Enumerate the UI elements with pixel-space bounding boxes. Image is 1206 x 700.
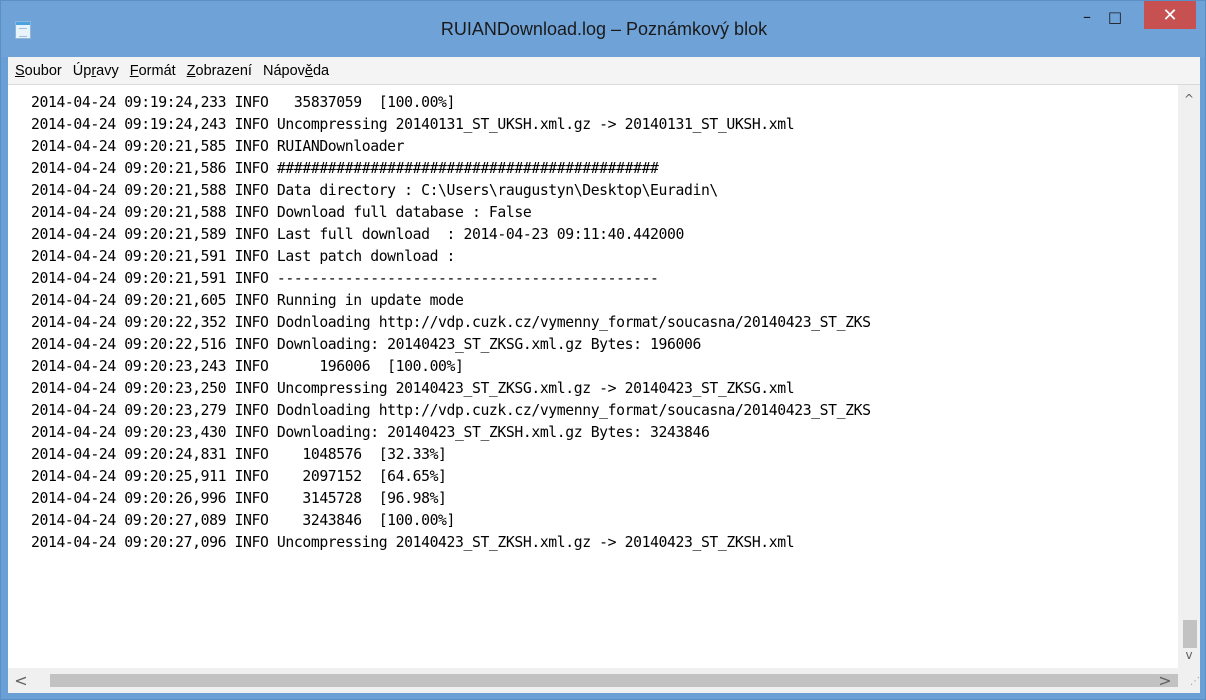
menu-bar: Soubor Úpravy Formát Zobrazení Nápověda bbox=[8, 57, 1200, 85]
log-line: 2014-04-24 09:20:23,243 INFO 196006 [100… bbox=[31, 358, 464, 375]
vertical-scrollbar[interactable]: ^ v bbox=[1178, 85, 1200, 668]
scroll-down-icon[interactable]: v bbox=[1178, 644, 1200, 666]
log-line: 2014-04-24 09:20:23,250 INFO Uncompressi… bbox=[31, 380, 795, 397]
log-line: 2014-04-24 09:20:27,089 INFO 3243846 [10… bbox=[31, 512, 456, 529]
log-line: 2014-04-24 09:20:25,911 INFO 2097152 [64… bbox=[31, 468, 447, 485]
title-bar[interactable]: RUIANDownload.log – Poznámkový blok – □ … bbox=[1, 1, 1205, 57]
log-line: 2014-04-24 09:19:24,233 INFO 35837059 [1… bbox=[31, 94, 456, 111]
log-line: 2014-04-24 09:19:24,243 INFO Uncompressi… bbox=[31, 116, 795, 133]
minimize-button[interactable]: – bbox=[1074, 1, 1100, 32]
log-line: 2014-04-24 09:20:21,585 INFO RUIANDownlo… bbox=[31, 138, 405, 155]
log-line: 2014-04-24 09:20:21,605 INFO Running in … bbox=[31, 292, 464, 309]
resize-grip-icon[interactable]: ⋰ bbox=[1178, 668, 1200, 693]
close-button[interactable]: ✕ bbox=[1144, 1, 1196, 29]
notepad-window: RUIANDownload.log – Poznámkový blok – □ … bbox=[0, 0, 1206, 700]
log-line: 2014-04-24 09:20:21,586 INFO ###########… bbox=[31, 160, 659, 177]
scroll-right-icon[interactable]: > bbox=[1154, 668, 1176, 693]
log-line: 2014-04-24 09:20:27,096 INFO Uncompressi… bbox=[31, 534, 795, 551]
log-line: 2014-04-24 09:20:26,996 INFO 3145728 [96… bbox=[31, 490, 447, 507]
text-content[interactable]: 2014-04-24 09:19:24,233 INFO 35837059 [1… bbox=[8, 85, 1178, 668]
log-line: 2014-04-24 09:20:21,588 INFO Download fu… bbox=[31, 204, 532, 221]
menu-napoveda[interactable]: Nápověda bbox=[263, 63, 329, 79]
log-line: 2014-04-24 09:20:23,279 INFO Dodnloading… bbox=[31, 402, 871, 419]
log-line: 2014-04-24 09:20:21,588 INFO Data direct… bbox=[31, 182, 718, 199]
log-line: 2014-04-24 09:20:22,516 INFO Downloading… bbox=[31, 336, 701, 353]
log-line: 2014-04-24 09:20:21,591 INFO Last patch … bbox=[31, 248, 456, 265]
log-line: 2014-04-24 09:20:24,831 INFO 1048576 [32… bbox=[31, 446, 447, 463]
menu-upravy[interactable]: Úpravy bbox=[73, 63, 119, 79]
editor-area[interactable]: 2014-04-24 09:19:24,233 INFO 35837059 [1… bbox=[8, 85, 1200, 668]
window-title: RUIANDownload.log – Poznámkový blok bbox=[440, 19, 768, 39]
menu-soubor[interactable]: Soubor bbox=[15, 63, 62, 79]
maximize-button[interactable]: □ bbox=[1100, 1, 1130, 32]
log-line: 2014-04-24 09:20:23,430 INFO Downloading… bbox=[31, 424, 710, 441]
menu-format[interactable]: Formát bbox=[130, 63, 176, 79]
log-line: 2014-04-24 09:20:21,589 INFO Last full d… bbox=[31, 226, 684, 243]
log-line: 2014-04-24 09:20:22,352 INFO Dodnloading… bbox=[31, 314, 871, 331]
scroll-left-icon[interactable]: < bbox=[10, 668, 32, 693]
menu-zobrazeni[interactable]: Zobrazení bbox=[187, 63, 252, 79]
horizontal-scrollbar[interactable]: < > bbox=[8, 668, 1184, 693]
log-line: 2014-04-24 09:20:21,591 INFO -----------… bbox=[31, 270, 659, 287]
horizontal-scroll-thumb[interactable] bbox=[50, 674, 1184, 687]
scroll-up-icon[interactable]: ^ bbox=[1178, 88, 1200, 110]
